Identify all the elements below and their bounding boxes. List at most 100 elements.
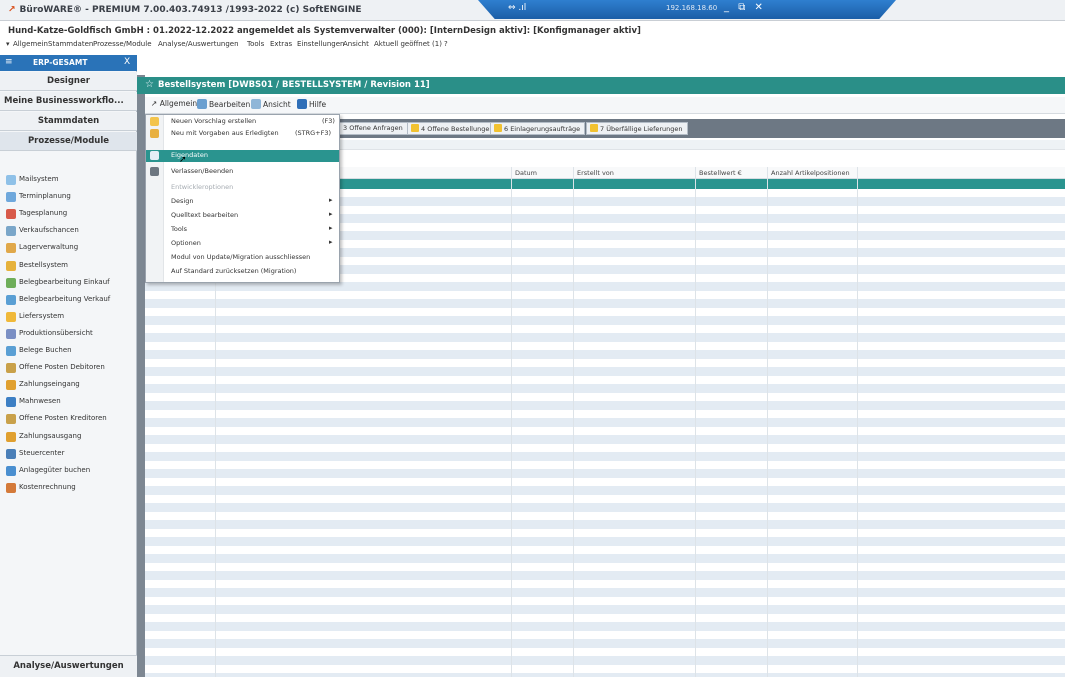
favorite-star-icon[interactable]: ☆ bbox=[145, 79, 154, 90]
tab-offene-anfragen-label: 3 Offene Anfragen bbox=[343, 124, 403, 132]
nav-item-offene-posten-kreditoren[interactable]: Offene Posten Kreditoren bbox=[6, 412, 136, 427]
toolbar-ansicht-label: Ansicht bbox=[263, 100, 291, 109]
menu-tools[interactable]: Tools bbox=[247, 40, 264, 48]
grid-column-divider bbox=[511, 167, 512, 677]
submenu-arrow-icon: ▸ bbox=[329, 196, 333, 204]
menu-item-shortcut: (F3) bbox=[322, 117, 335, 125]
module-icon bbox=[6, 278, 16, 288]
tab-ueberfaellige-lieferungen[interactable]: 7 Überfällige Lieferungen bbox=[586, 122, 688, 135]
grid-column-divider bbox=[857, 167, 858, 677]
nav-item-zahlungseingang[interactable]: Zahlungseingang bbox=[6, 378, 136, 393]
remote-ip-address: 192.168.18.60 bbox=[666, 4, 718, 12]
nav-item-belegbearbeitung-einkauf[interactable]: Belegbearbeitung Einkauf bbox=[6, 276, 136, 291]
module-icon bbox=[6, 209, 16, 219]
menu-item-label: Design bbox=[171, 197, 194, 205]
prozesse-section[interactable]: Prozesse/Module bbox=[0, 132, 137, 151]
menu-item-shortcut: (STRG+F3) bbox=[295, 129, 332, 137]
toolbar-hilfe[interactable]: Hilfe bbox=[297, 99, 326, 109]
nav-item-label: Bestellsystem bbox=[19, 261, 69, 269]
menu-item-label: Tools bbox=[171, 225, 188, 233]
panel-splitter[interactable] bbox=[137, 75, 145, 677]
menu-item-label: Auf Standard zurücksetzen (Migration) bbox=[171, 267, 297, 275]
menu-item-neu-mit-vorgaben[interactable]: Neu mit Vorgaben aus Erledigten (STRG+F3) bbox=[146, 128, 339, 140]
toolbar-bearbeiten[interactable]: Bearbeiten bbox=[197, 99, 250, 109]
erp-menu-icon[interactable]: ≡ bbox=[5, 57, 13, 67]
nav-item-tagesplanung[interactable]: Tagesplanung bbox=[6, 207, 136, 222]
menu-ansicht[interactable]: Ansicht bbox=[343, 40, 369, 48]
tab-ueberfaellige-lieferungen-label: 7 Überfällige Lieferungen bbox=[600, 125, 683, 133]
designer-section[interactable]: Designer bbox=[0, 72, 137, 91]
menu-help[interactable]: ? bbox=[444, 40, 448, 48]
stammdaten-section[interactable]: Stammdaten bbox=[0, 112, 137, 131]
new-from-template-icon bbox=[150, 129, 159, 138]
menu-einstellungen[interactable]: Einstellungen bbox=[297, 40, 344, 48]
column-bestellwert[interactable]: Bestellwert € bbox=[699, 169, 742, 177]
properties-icon bbox=[150, 151, 159, 160]
menu-item-tools[interactable]: Tools ▸ bbox=[146, 224, 339, 236]
module-title: Bestellsystem [DWBS01 / BESTELLSYSTEM / … bbox=[158, 80, 430, 90]
nav-item-verkaufschancen[interactable]: Verkaufschancen bbox=[6, 224, 136, 239]
menu-aktuell-geoeffnet[interactable]: Aktuell geöffnet (1) bbox=[374, 40, 442, 48]
toolbar-allgemein[interactable]: ↗ Allgemein bbox=[151, 99, 197, 108]
restore-button[interactable]: ⧉ bbox=[738, 2, 745, 13]
menu-stammdaten[interactable]: Stammdaten bbox=[48, 40, 93, 48]
menu-allgemein[interactable]: Allgemein bbox=[13, 40, 48, 48]
workflows-section[interactable]: Meine Businessworkflo... bbox=[0, 92, 137, 111]
menu-item-eigendaten[interactable]: Eigendaten bbox=[146, 150, 339, 162]
toolbar-allgemein-label: Allgemein bbox=[159, 99, 198, 108]
column-datum[interactable]: Datum bbox=[515, 169, 537, 177]
menu-item-design[interactable]: Design ▸ bbox=[146, 196, 339, 208]
nav-item-terminplanung[interactable]: Terminplanung bbox=[6, 190, 136, 205]
nav-item-lagerverwaltung[interactable]: Lagerverwaltung bbox=[6, 241, 136, 256]
erp-header: ≡ ERP-GESAMT X bbox=[0, 55, 137, 71]
menu-dropdown-icon[interactable]: ▾ bbox=[6, 40, 10, 48]
erp-close-button[interactable]: X bbox=[124, 57, 130, 67]
menu-item-verlassen[interactable]: Verlassen/Beenden bbox=[146, 166, 339, 178]
nav-item-kostenrechnung[interactable]: Kostenrechnung bbox=[6, 481, 136, 496]
nav-item-belege-buchen[interactable]: Belege Buchen bbox=[6, 344, 136, 359]
nav-item-steuercenter[interactable]: Steuercenter bbox=[6, 447, 136, 462]
nav-item-label: Belegbearbeitung Verkauf bbox=[19, 295, 111, 303]
nav-item-liefersystem[interactable]: Liefersystem bbox=[6, 310, 136, 325]
nav-item-anlageg-ter-buchen[interactable]: Anlagegüter buchen bbox=[6, 464, 136, 479]
nav-item-zahlungsausgang[interactable]: Zahlungsausgang bbox=[6, 430, 136, 445]
menu-item-label: Quelltext bearbeiten bbox=[171, 211, 239, 219]
toolbar-ansicht[interactable]: Ansicht bbox=[251, 99, 291, 109]
minimize-button[interactable]: _ bbox=[724, 2, 729, 13]
tab-offene-bestellungen-label: 4 Offene Bestellungen bbox=[421, 125, 494, 133]
menu-item-standard-zuruecksetzen[interactable]: Auf Standard zurücksetzen (Migration) bbox=[146, 266, 339, 278]
nav-item-label: Anlagegüter buchen bbox=[19, 466, 91, 474]
submenu-arrow-icon: ▸ bbox=[329, 210, 333, 218]
analyse-section[interactable]: Analyse/Auswertungen bbox=[0, 655, 137, 677]
menu-extras[interactable]: Extras bbox=[270, 40, 292, 48]
tab-offene-bestellungen[interactable]: 4 Offene Bestellungen bbox=[407, 122, 499, 135]
nav-item-mahnwesen[interactable]: Mahnwesen bbox=[6, 395, 136, 410]
tab-offene-anfragen[interactable]: 3 Offene Anfragen bbox=[339, 122, 408, 135]
menu-prozesse-module[interactable]: Prozesse/Module bbox=[93, 40, 152, 48]
nav-item-produktions-bersicht[interactable]: Produktionsübersicht bbox=[6, 327, 136, 342]
nav-item-label: Liefersystem bbox=[19, 312, 65, 320]
menu-item-optionen[interactable]: Optionen ▸ bbox=[146, 238, 339, 250]
nav-item-label: Belege Buchen bbox=[19, 346, 72, 354]
column-anzahl-artikelpositionen[interactable]: Anzahl Artikelpositionen bbox=[771, 169, 850, 177]
nav-item-label: Tagesplanung bbox=[19, 209, 68, 217]
menu-analyse-auswertungen[interactable]: Analyse/Auswertungen bbox=[158, 40, 239, 48]
storage-tab-icon bbox=[494, 124, 502, 132]
app-title: ↗ BüroWARE® - PREMIUM 7.00.403.74913 /199… bbox=[8, 5, 362, 15]
nav-item-belegbearbeitung-verkauf[interactable]: Belegbearbeitung Verkauf bbox=[6, 293, 136, 308]
module-icon bbox=[6, 483, 16, 493]
column-erstellt-von[interactable]: Erstellt von bbox=[577, 169, 614, 177]
module-icon bbox=[6, 346, 16, 356]
close-button[interactable]: ✕ bbox=[755, 2, 763, 13]
nav-item-offene-posten-debitoren[interactable]: Offene Posten Debitoren bbox=[6, 361, 136, 376]
nav-item-label: Belegbearbeitung Einkauf bbox=[19, 278, 110, 286]
nav-item-label: Offene Posten Kreditoren bbox=[19, 414, 107, 422]
menu-item-neuer-vorschlag[interactable]: Neuen Vorschlag erstellen (F3) bbox=[146, 116, 339, 128]
tab-einlagerungsauftraege[interactable]: 6 Einlagerungsaufträge bbox=[490, 122, 586, 135]
nav-item-mailsystem[interactable]: Mailsystem bbox=[6, 173, 136, 188]
nav-item-bestellsystem[interactable]: Bestellsystem bbox=[6, 259, 136, 274]
module-icon bbox=[6, 295, 16, 305]
toolbar-hilfe-label: Hilfe bbox=[309, 100, 327, 109]
menu-item-modul-ausschliessen[interactable]: Modul von Update/Migration ausschliessen bbox=[146, 252, 339, 264]
menu-item-quelltext[interactable]: Quelltext bearbeiten ▸ bbox=[146, 210, 339, 222]
